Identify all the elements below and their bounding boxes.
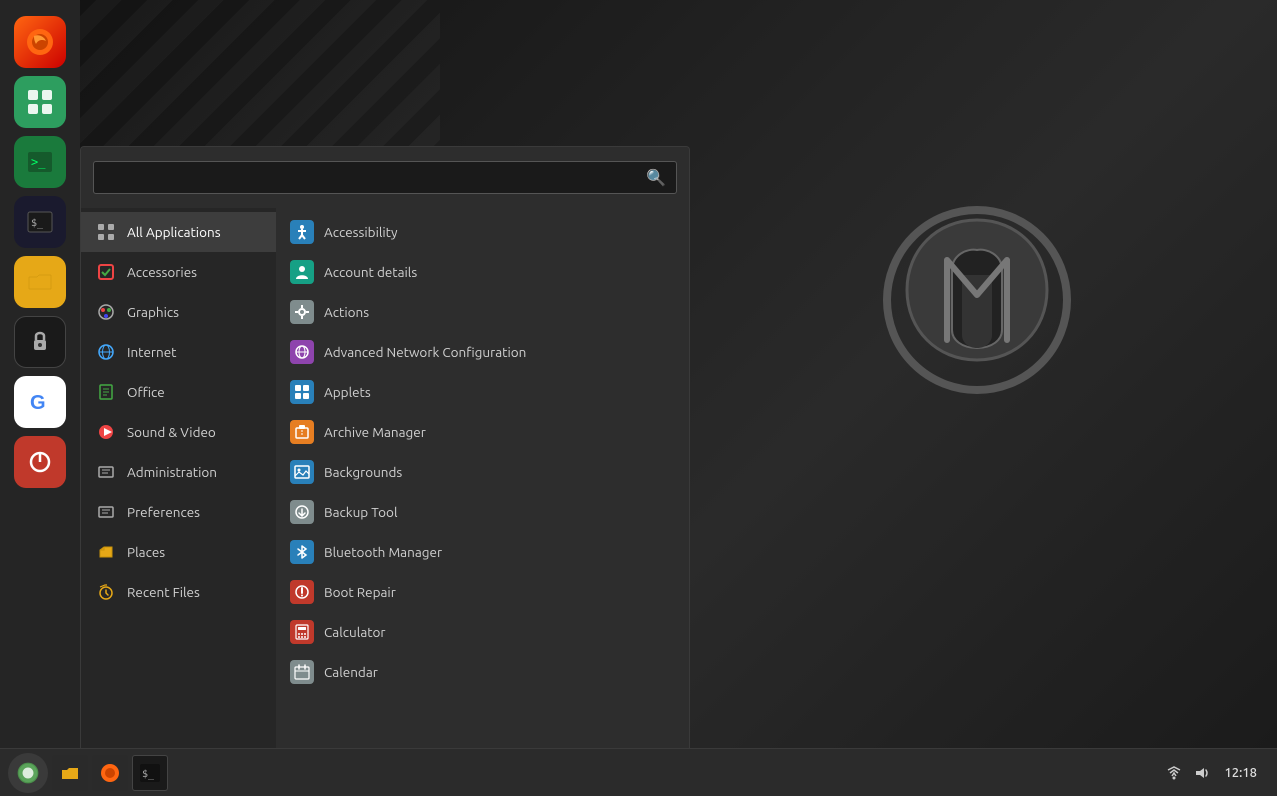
app-backup-tool[interactable]: Backup Tool — [276, 492, 689, 532]
dock-firefox[interactable] — [14, 16, 66, 68]
system-clock[interactable]: 12:18 — [1220, 766, 1261, 780]
menu-categories-panel: All Applications Accessories — [81, 208, 276, 748]
category-places-label: Places — [127, 544, 165, 560]
taskbar-quick-launch: $_ — [52, 755, 1156, 791]
places-icon — [95, 541, 117, 563]
adv-network-app-icon — [290, 340, 314, 364]
dock-lock[interactable] — [14, 316, 66, 368]
menu-apps-panel: Accessibility Account details Actions Ad… — [276, 208, 689, 748]
dock-apps[interactable] — [14, 76, 66, 128]
app-archive-manager[interactable]: Archive Manager — [276, 412, 689, 452]
adv-network-label: Advanced Network Configuration — [324, 344, 526, 360]
category-all-applications[interactable]: All Applications — [81, 212, 276, 252]
account-details-app-icon — [290, 260, 314, 284]
dock-panel: >_ $_ G — [0, 0, 80, 748]
actions-app-icon — [290, 300, 314, 324]
bluetooth-label: Bluetooth Manager — [324, 544, 442, 560]
category-graphics[interactable]: Graphics — [81, 292, 276, 332]
category-office-label: Office — [127, 384, 165, 400]
bluetooth-app-icon — [290, 540, 314, 564]
app-actions[interactable]: Actions — [276, 292, 689, 332]
taskbar-terminal[interactable]: $_ — [132, 755, 168, 791]
calculator-app-icon — [290, 620, 314, 644]
administration-icon — [95, 461, 117, 483]
backup-tool-label: Backup Tool — [324, 504, 397, 520]
dock-files[interactable] — [14, 256, 66, 308]
application-menu: 🔍 All Applications — [80, 146, 690, 748]
menu-search-bar: 🔍 — [81, 147, 689, 208]
category-graphics-label: Graphics — [127, 304, 179, 320]
office-icon — [95, 381, 117, 403]
menu-content: All Applications Accessories — [81, 208, 689, 748]
internet-icon — [95, 341, 117, 363]
applets-label: Applets — [324, 384, 371, 400]
calendar-label: Calendar — [324, 664, 378, 680]
svg-text:$_: $_ — [142, 769, 155, 780]
taskbar-firefox[interactable] — [92, 755, 128, 791]
dock-terminal-green[interactable]: >_ — [14, 136, 66, 188]
app-account-details[interactable]: Account details — [276, 252, 689, 292]
app-calendar[interactable]: Calendar — [276, 652, 689, 692]
archive-manager-label: Archive Manager — [324, 424, 426, 440]
category-accessories[interactable]: Accessories — [81, 252, 276, 292]
category-preferences-label: Preferences — [127, 504, 200, 520]
search-icon[interactable]: 🔍 — [646, 168, 666, 187]
graphics-icon — [95, 301, 117, 323]
category-administration-label: Administration — [127, 464, 217, 480]
boot-repair-app-icon — [290, 580, 314, 604]
dock-power[interactable] — [14, 436, 66, 488]
search-input[interactable] — [104, 170, 646, 186]
category-sound-video[interactable]: Sound & Video — [81, 412, 276, 452]
category-preferences[interactable]: Preferences — [81, 492, 276, 532]
actions-label: Actions — [324, 304, 369, 320]
category-places[interactable]: Places — [81, 532, 276, 572]
account-details-label: Account details — [324, 264, 417, 280]
category-internet-label: Internet — [127, 344, 176, 360]
mint-logo — [877, 200, 1077, 400]
category-accessories-label: Accessories — [127, 264, 197, 280]
category-internet[interactable]: Internet — [81, 332, 276, 372]
accessibility-app-icon — [290, 220, 314, 244]
taskbar-files[interactable] — [52, 755, 88, 791]
search-input-wrap[interactable]: 🔍 — [93, 161, 677, 194]
category-recent-files-label: Recent Files — [127, 584, 200, 600]
category-office[interactable]: Office — [81, 372, 276, 412]
dock-terminal-dark[interactable]: $_ — [14, 196, 66, 248]
preferences-icon — [95, 501, 117, 523]
accessories-icon — [95, 261, 117, 283]
category-recent-files[interactable]: Recent Files — [81, 572, 276, 612]
app-accessibility[interactable]: Accessibility — [276, 212, 689, 252]
category-administration[interactable]: Administration — [81, 452, 276, 492]
recent-files-icon — [95, 581, 117, 603]
svg-text:$_: $_ — [31, 218, 44, 229]
category-sound-video-label: Sound & Video — [127, 424, 216, 440]
backgrounds-label: Backgrounds — [324, 464, 402, 480]
backgrounds-app-icon — [290, 460, 314, 484]
app-backgrounds[interactable]: Backgrounds — [276, 452, 689, 492]
system-tray: 12:18 — [1156, 763, 1269, 783]
calculator-label: Calculator — [324, 624, 386, 640]
app-bluetooth[interactable]: Bluetooth Manager — [276, 532, 689, 572]
category-all-label: All Applications — [127, 224, 221, 240]
dock-google[interactable]: G — [14, 376, 66, 428]
volume-icon[interactable] — [1192, 763, 1212, 783]
taskbar-start-button[interactable] — [8, 753, 48, 793]
app-applets[interactable]: Applets — [276, 372, 689, 412]
app-calculator[interactable]: Calculator — [276, 612, 689, 652]
calendar-app-icon — [290, 660, 314, 684]
accessibility-label: Accessibility — [324, 224, 398, 240]
svg-text:>_: >_ — [31, 155, 46, 169]
grid-icon — [95, 221, 117, 243]
network-icon[interactable] — [1164, 763, 1184, 783]
sound-video-icon — [95, 421, 117, 443]
svg-text:G: G — [30, 392, 46, 414]
backup-tool-app-icon — [290, 500, 314, 524]
app-boot-repair[interactable]: Boot Repair — [276, 572, 689, 612]
applets-app-icon — [290, 380, 314, 404]
app-adv-network[interactable]: Advanced Network Configuration — [276, 332, 689, 372]
boot-repair-label: Boot Repair — [324, 584, 396, 600]
taskbar: $_ 12:18 — [0, 748, 1277, 796]
archive-manager-app-icon — [290, 420, 314, 444]
